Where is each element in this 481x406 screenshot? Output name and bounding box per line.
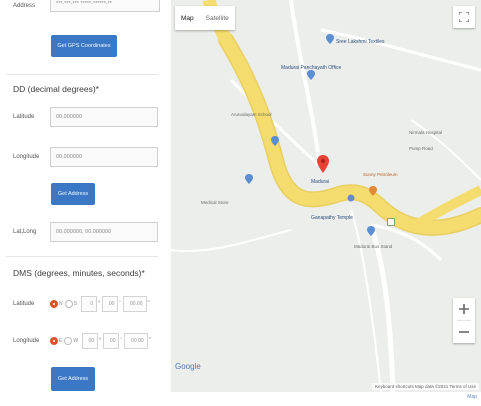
lng-minutes-input[interactable]: 00 [103, 333, 120, 349]
get-address-button-dms[interactable]: Get Address [51, 367, 95, 391]
place-marker-icon[interactable] [271, 136, 279, 146]
place-label: Madurai Bus Stand [354, 244, 393, 249]
west-radio[interactable] [64, 337, 73, 345]
place-label: Medical Store [201, 200, 229, 205]
lng-seconds-input[interactable]: 00.00 [123, 333, 148, 349]
place-label: Nirmala Hospital [409, 130, 443, 135]
place-label: Ganapathy Temple [311, 215, 353, 221]
latlong-input[interactable]: 00.000000, 00.000000 [50, 222, 158, 242]
zoom-out-button[interactable] [453, 321, 475, 343]
road-sign-icon [387, 218, 395, 226]
lng-degrees-input[interactable]: 00 [82, 333, 99, 349]
google-logo: Google [175, 362, 201, 371]
place-label: Madurai [311, 179, 330, 185]
dd-section-title: DD (decimal degrees)* [13, 84, 99, 94]
dms-longitude-label: Longitude [13, 338, 40, 344]
zoom-in-button[interactable] [453, 298, 475, 320]
coordinate-form: Address ***-***-*** *****-******-** Get … [0, 0, 160, 406]
place-label: Sunny Petroleum [363, 172, 398, 177]
place-marker-icon[interactable] [307, 70, 315, 80]
north-radio[interactable] [50, 300, 58, 308]
bus-stop-icon[interactable] [347, 194, 355, 202]
plus-icon [459, 304, 469, 314]
degree-symbol: ° [97, 301, 101, 307]
map-type-control: Map Satellite [175, 6, 235, 30]
map-type-map-button[interactable]: Map [175, 6, 200, 30]
dms-latitude-label: Latitude [13, 301, 35, 307]
minus-icon [459, 331, 469, 333]
fullscreen-icon [459, 12, 469, 22]
longitude-label: Longitude [13, 154, 40, 160]
degree-symbol: ° [99, 338, 102, 344]
north-label: N [59, 301, 63, 307]
latitude-label: Latitude [13, 114, 35, 120]
latlong-label: Lat,Long [13, 229, 37, 235]
map-footer-link[interactable]: Map [171, 392, 481, 406]
address-row: Address ***-***-*** *****-******-** [0, 0, 160, 12]
lat-degrees-input[interactable]: 0 [80, 296, 97, 312]
map-type-satellite-button[interactable]: Satellite [200, 6, 235, 30]
dms-section-title: DMS (degrees, minutes, seconds)* [13, 268, 145, 278]
latitude-input[interactable]: 00.000000 [50, 107, 158, 127]
longitude-input[interactable]: 00.000000 [50, 147, 158, 167]
minute-symbol: ' [120, 338, 122, 344]
address-label: Address [13, 3, 36, 9]
second-symbol: " [147, 301, 150, 307]
map-attribution[interactable]: Keyboard shortcuts Map data ©2021 Terms … [371, 383, 479, 390]
lat-seconds-input[interactable]: 00.00 [122, 296, 147, 312]
map-roads [171, 0, 481, 392]
place-label: Pump Road [409, 146, 433, 151]
second-symbol: " [148, 338, 151, 344]
south-radio[interactable] [64, 300, 73, 308]
place-label: Arunodayam School [231, 112, 272, 117]
zoom-control [453, 298, 475, 343]
location-pin-icon[interactable] [317, 155, 329, 173]
dms-longitude-row: Longitude E W 00 ° 00 ' 00.00 " [0, 333, 151, 349]
dms-latitude-row: Latitude N S 0 ° 00 ' 00.00 " [0, 296, 150, 312]
place-label: Sree Lakshmi Textiles [336, 39, 385, 45]
west-label: W [73, 338, 79, 344]
address-field[interactable]: ***-***-*** *****-******-** [50, 0, 160, 12]
place-marker-icon[interactable] [326, 34, 334, 44]
place-marker-icon[interactable] [367, 226, 375, 236]
fullscreen-button[interactable] [453, 6, 475, 28]
map-view[interactable]: Sree Lakshmi Textiles Madurai Panchayath… [171, 0, 481, 392]
minute-symbol: ' [119, 301, 121, 307]
get-address-button[interactable]: Get Address [51, 183, 95, 205]
place-marker-icon[interactable] [245, 174, 253, 184]
east-radio[interactable] [50, 337, 58, 345]
dd-longitude-row: Longitude 00.000000 [0, 147, 158, 167]
latlong-row: Lat,Long 00.000000, 00.000000 [0, 222, 158, 242]
divider [6, 74, 158, 75]
divider [6, 256, 158, 257]
dd-latitude-row: Latitude 00.000000 [0, 107, 158, 127]
east-label: E [59, 338, 63, 344]
place-marker-icon[interactable] [369, 186, 377, 196]
get-gps-coordinates-button[interactable]: Get GPS Coordinates [51, 35, 117, 57]
south-label: S [73, 301, 77, 307]
lat-minutes-input[interactable]: 00 [102, 296, 119, 312]
